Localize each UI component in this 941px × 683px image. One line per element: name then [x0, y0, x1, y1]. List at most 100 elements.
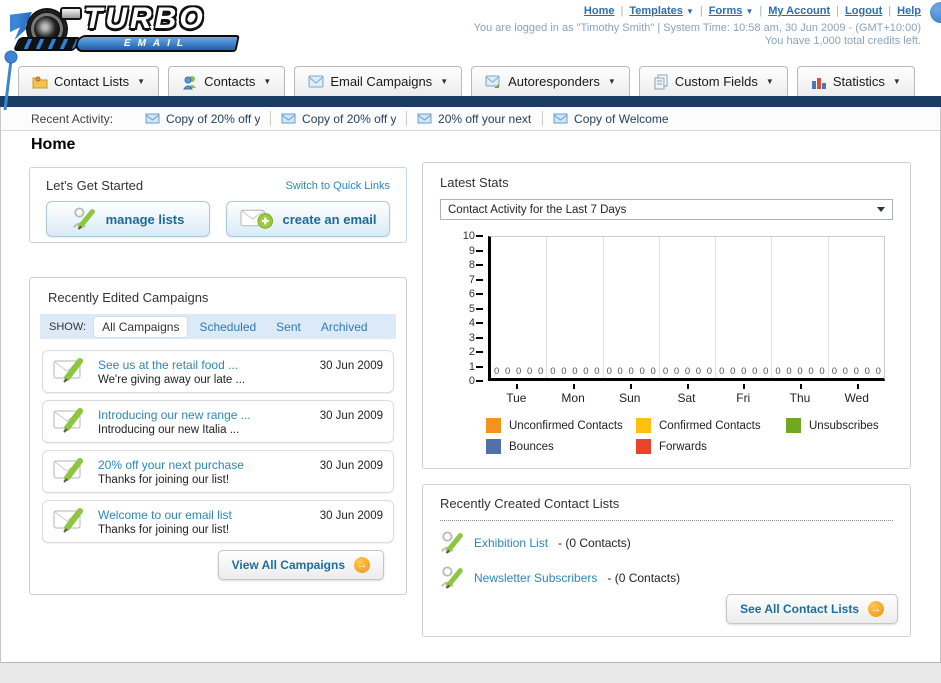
y-axis-label: 8 [468, 259, 475, 271]
page-content: Home Let's Get Started Switch to Quick L… [1, 131, 940, 662]
value-label: 0 [853, 366, 859, 377]
credits-info: You have 1,000 total credits left. [764, 35, 921, 47]
y-axis-label: 5 [468, 302, 475, 315]
campaign-subtitle: Introducing our new Italia ... [98, 424, 240, 436]
value-label: 0 [650, 366, 656, 377]
separator: | [836, 5, 840, 17]
campaigns-title: Recently Edited Campaigns [48, 290, 209, 305]
chart-yaxis: 0 1 2 3 4 5 6 7 8 9 10 [440, 230, 486, 387]
button-label: create an email [282, 211, 377, 227]
value-label: 0 [786, 366, 792, 377]
top-nav-links: Home | Templates ▼ | Forms ▼ | My Account | Logo… [584, 5, 921, 17]
value-label: 0 [515, 366, 522, 377]
contact-list-count: - (0 Contacts) [607, 571, 681, 585]
recent-activity-item[interactable]: 20% off your next p [407, 111, 544, 126]
footer-strip [0, 663, 941, 683]
value-label: 0 [819, 366, 825, 377]
chart-day-group: 00000 [491, 237, 548, 378]
create-an-email-button[interactable]: create an email [226, 201, 390, 237]
value-label: 0 [875, 366, 881, 377]
campaign-link[interactable]: 20% off your next purchase [98, 458, 311, 472]
top-link-forms[interactable]: Forms [709, 5, 743, 17]
get-started-title: Let's Get Started [46, 178, 144, 193]
value-label: 0 [606, 366, 612, 377]
top-link-help[interactable]: Help [897, 5, 921, 17]
x-axis-label: Tue [488, 384, 545, 405]
filter-archived[interactable]: Archived [313, 317, 376, 337]
legend-item: Confirmed Contacts [636, 418, 786, 433]
chart-legend: Unconfirmed Contacts Confirmed Contacts Un… [486, 418, 893, 454]
filter-all-campaigns[interactable]: All Campaigns [94, 316, 188, 337]
contact-list-link[interactable]: Exhibition List [474, 536, 548, 550]
envelope-icon [417, 113, 432, 124]
navy-divider-bar [0, 96, 941, 107]
envelope-pencil-icon [53, 458, 83, 483]
tab-contacts[interactable]: Contacts ▼ [168, 66, 286, 96]
top-link-my-account[interactable]: My Account [768, 5, 830, 17]
x-axis-label: Mon [545, 384, 602, 405]
value-label: 0 [775, 366, 781, 377]
y-axis-tick [476, 322, 483, 324]
turbo-email-logo[interactable]: TURBO EMAIL [10, 2, 250, 58]
campaign-subtitle: Thanks for joining our list! [98, 524, 230, 536]
recently-edited-campaigns-panel: Recently Edited Campaigns SHOW: All Camp… [29, 277, 407, 595]
envelope-pencil-icon [53, 408, 83, 433]
campaign-link[interactable]: Welcome to our email list [98, 508, 311, 522]
campaign-row: 20% off your next purchase Thanks for jo… [42, 450, 394, 493]
y-axis-tick [476, 278, 483, 281]
campaign-link[interactable]: See us at the retail food ... [98, 358, 311, 372]
contact-list-link[interactable]: Newsletter Subscribers [474, 571, 597, 585]
switch-to-quick-links[interactable]: Switch to Quick Links [285, 180, 390, 192]
manage-lists-button[interactable]: manage lists [46, 201, 210, 237]
recent-activity-item[interactable]: Copy of 20% off yo [135, 111, 272, 126]
top-link-logout[interactable]: Logout [845, 5, 882, 17]
chevron-down-icon: ▼ [765, 77, 774, 86]
value-label: 0 [526, 366, 533, 377]
top-link-templates[interactable]: Templates [629, 5, 683, 17]
value-label: 0 [831, 366, 837, 377]
separator: | [888, 5, 892, 17]
contact-list-row: Exhibition List - (0 Contacts) [440, 530, 893, 556]
envelope-icon [308, 75, 324, 88]
tab-custom-fields[interactable]: Custom Fields ▼ [638, 66, 788, 96]
stats-dropdown[interactable]: Contact Activity for the Last 7 Days [440, 199, 893, 220]
top-link-home[interactable]: Home [584, 5, 615, 17]
legend-swatch-icon [486, 439, 501, 454]
view-all-campaigns-button[interactable]: View All Campaigns → [217, 550, 384, 580]
contact-folder-icon [32, 76, 48, 88]
tab-autoresponders[interactable]: Autoresponders ▼ [471, 66, 630, 96]
value-label: 0 [504, 366, 511, 377]
campaign-link[interactable]: Introducing our new range ... [98, 408, 311, 422]
tab-label: Contact Lists [54, 74, 130, 89]
chart-day-group: 00000 [604, 237, 660, 378]
tab-contact-lists[interactable]: Contact Lists ▼ [18, 66, 160, 96]
legend-swatch-icon [636, 418, 651, 433]
separator: | [620, 5, 624, 17]
campaigns-filter-bar: SHOW: All Campaigns Scheduled Sent Archi… [40, 314, 396, 339]
value-label: 0 [684, 366, 691, 377]
main-nav-tabs: Contact Lists ▼ Contacts ▼ Email Campaig… [0, 60, 941, 96]
tab-email-campaigns[interactable]: Email Campaigns ▼ [294, 66, 463, 96]
y-axis-label: 10 [462, 230, 475, 242]
recent-activity-item[interactable]: Copy of Welcome to [543, 111, 678, 126]
filter-sent[interactable]: Sent [268, 317, 309, 337]
recent-activity-item[interactable]: Copy of 20% off yo [271, 111, 408, 126]
chevron-down-icon: ▼ [685, 7, 694, 16]
y-axis-tick [476, 293, 483, 295]
button-label: See All Contact Lists [740, 602, 859, 616]
value-label: 0 [842, 366, 848, 377]
value-label: 0 [730, 366, 736, 377]
chart-day-group: 00000 [716, 237, 773, 378]
x-axis-label: Sat [658, 384, 715, 405]
help-bubble-icon[interactable] [930, 2, 941, 23]
recent-activity-bar: Recent Activity: Copy of 20% off yo Copy… [1, 107, 940, 131]
person-pencil-icon [72, 207, 95, 230]
tab-statistics[interactable]: Statistics ▼ [796, 66, 915, 96]
contact-list-count: - (0 Contacts) [558, 536, 631, 550]
value-label: 0 [639, 366, 645, 377]
logo-title: TURBO [84, 2, 206, 35]
filter-scheduled[interactable]: Scheduled [191, 317, 264, 337]
see-all-contact-lists-button[interactable]: See All Contact Lists → [726, 594, 898, 624]
value-label: 0 [719, 366, 725, 377]
y-axis-label: 0 [468, 375, 475, 387]
